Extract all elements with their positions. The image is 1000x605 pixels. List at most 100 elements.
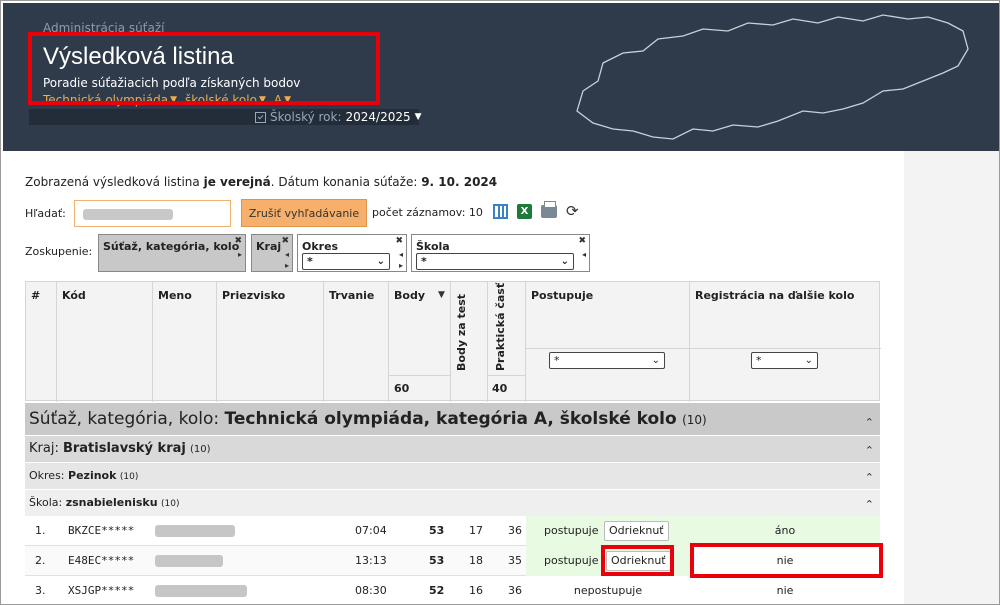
header-divider <box>389 375 451 376</box>
columns-icon[interactable] <box>493 204 508 219</box>
row-duration: 13:13 <box>355 554 387 567</box>
header-divider <box>526 348 881 349</box>
row-advances: postupuje <box>544 554 599 567</box>
col-surname[interactable]: Priezvisko <box>217 282 324 402</box>
group-chip-label: Súťaž, kategória, kolo <box>103 240 240 253</box>
chevron-down-icon: ⌄ <box>804 355 813 366</box>
grouping-label: Zoskupenie: <box>25 245 93 258</box>
group-chip-label: Škola <box>416 240 450 253</box>
col-num[interactable]: # <box>26 282 57 402</box>
col-test-points-label: Body za test <box>455 294 468 371</box>
print-icon[interactable] <box>541 201 557 218</box>
row-registration: nie <box>776 584 794 597</box>
info-line: Zobrazená výsledková listina je verejná.… <box>25 175 497 189</box>
school-filter-select[interactable]: * ⌄ <box>416 253 574 270</box>
chevron-up-icon[interactable]: ⌃ <box>865 407 874 439</box>
highlight-box-registration <box>690 543 883 578</box>
group-label: Súťaž, kategória, kolo: <box>29 409 225 429</box>
arrow-right-icon[interactable]: ▸ <box>399 261 403 270</box>
row-test-points: 16 <box>469 584 483 597</box>
group-chip-region[interactable]: Kraj ✖ ◂ ▸ <box>251 234 293 272</box>
decline-button[interactable]: Odrieknuť <box>604 521 669 541</box>
refresh-icon[interactable]: ⟳ <box>566 204 579 219</box>
chevron-up-icon[interactable]: ⌃ <box>865 465 874 491</box>
row-duration: 07:04 <box>355 524 387 537</box>
row-points: 53 <box>429 554 445 567</box>
group-count: (10) <box>682 413 707 427</box>
group-row-school[interactable]: Škola: zsnabielenisku (10) ⌃ <box>25 490 880 516</box>
arrow-left-icon[interactable]: ◂ <box>582 250 586 259</box>
group-label: Kraj: <box>29 441 63 456</box>
close-icon[interactable]: ✖ <box>395 236 403 246</box>
col-duration[interactable]: Trvanie <box>324 282 389 402</box>
redacted-name <box>155 525 235 537</box>
clear-search-button[interactable]: Zrušiť vyhľadávanie <box>241 199 367 227</box>
chevron-down-icon: ⌄ <box>651 355 660 366</box>
row-code: BKZCE***** <box>68 524 135 537</box>
row-test-points: 18 <box>469 554 483 567</box>
redacted-name <box>155 555 223 567</box>
advances-filter-select[interactable]: * ⌄ <box>549 352 665 369</box>
group-chip-competition[interactable]: Súťaž, kategória, kolo ✖ ▸ <box>98 234 246 272</box>
row-code: XSJGP***** <box>68 584 135 597</box>
info-prefix: Zobrazená výsledková listina <box>25 175 204 189</box>
group-value: Technická olympiáda, kategória A, školsk… <box>224 409 677 429</box>
group-count: (10) <box>189 444 211 455</box>
excel-export-icon[interactable]: X <box>517 204 532 219</box>
calendar-check-icon <box>255 111 266 123</box>
registration-filter-select[interactable]: * ⌄ <box>751 352 818 369</box>
col-points-label: Body <box>394 289 425 302</box>
col-advances[interactable]: Postupuje <box>526 282 690 402</box>
search-label: Hľadať: <box>25 207 66 220</box>
chevron-up-icon[interactable]: ⌃ <box>865 492 874 518</box>
close-icon[interactable]: ✖ <box>281 236 289 246</box>
group-label: Okres: <box>29 469 69 482</box>
group-row-region[interactable]: Kraj: Bratislavský kraj (10) ⌃ <box>25 436 880 462</box>
group-value: zsnabielenisku <box>65 496 158 509</box>
group-chip-school[interactable]: Škola ✖ ◂ * ⌄ <box>411 234 590 272</box>
row-registration: áno <box>690 516 880 546</box>
group-row-district[interactable]: Okres: Pezinok (10) ⌃ <box>25 463 880 489</box>
redacted-name <box>155 585 247 597</box>
advances-filter-value: * <box>554 354 560 367</box>
school-year-label: Školský rok: <box>270 110 342 124</box>
arrow-left-icon[interactable]: ◂ <box>399 250 403 259</box>
arrow-right-icon[interactable]: ▸ <box>285 261 289 270</box>
group-chip-district[interactable]: Okres ✖ ◂ ▸ * ⌄ <box>297 234 407 272</box>
row-test-points: 17 <box>469 524 483 537</box>
row-points: 53 <box>429 524 445 537</box>
row-num: 2. <box>35 554 46 567</box>
chevron-down-icon: ▼ <box>414 112 422 122</box>
competition-date: 9. 10. 2024 <box>421 175 498 189</box>
col-code[interactable]: Kód <box>57 282 153 402</box>
school-year-selector[interactable]: Školský rok: 2024/2025 ▼ <box>255 110 422 124</box>
row-advances: postupuje <box>544 524 599 537</box>
row-points: 52 <box>429 584 445 597</box>
highlight-box-decline <box>601 545 674 576</box>
close-icon[interactable]: ✖ <box>578 236 586 246</box>
info-middle: . Dátum konania súťaže: <box>270 175 422 189</box>
record-count: počet záznamov: 10 <box>372 206 483 219</box>
col-registration[interactable]: Registrácia na ďalšie kolo <box>690 282 881 402</box>
group-row-competition[interactable]: Súťaž, kategória, kolo: Technická olympi… <box>25 403 880 435</box>
info-public: je verejná <box>203 175 271 189</box>
row-advances: nepostupuje <box>573 584 643 597</box>
row-practical: 36 <box>508 524 522 537</box>
header-divider <box>487 375 525 376</box>
app-window: Administrácia súťaží Výsledková listina … <box>0 0 1000 605</box>
search-input[interactable] <box>74 200 231 227</box>
redacted-search-text <box>83 209 173 220</box>
close-icon[interactable]: ✖ <box>234 236 242 246</box>
row-practical: 36 <box>508 584 522 597</box>
col-name[interactable]: Meno <box>153 282 217 402</box>
arrow-left-icon[interactable]: ◂ <box>285 250 289 259</box>
table-row: 1. BKZCE***** 07:04 53 17 36 postupuje O… <box>25 516 880 546</box>
group-count: (10) <box>119 472 139 482</box>
col-practical-label: Praktická časť <box>494 282 507 371</box>
group-chip-label: Okres <box>302 240 339 253</box>
district-filter-select[interactable]: * ⌄ <box>302 253 390 270</box>
sort-desc-icon[interactable]: ▼ <box>438 290 445 300</box>
arrow-right-icon[interactable]: ▸ <box>238 250 242 259</box>
chevron-up-icon[interactable]: ⌃ <box>865 438 874 464</box>
toolbar-icons: X ⟳ <box>493 201 579 219</box>
